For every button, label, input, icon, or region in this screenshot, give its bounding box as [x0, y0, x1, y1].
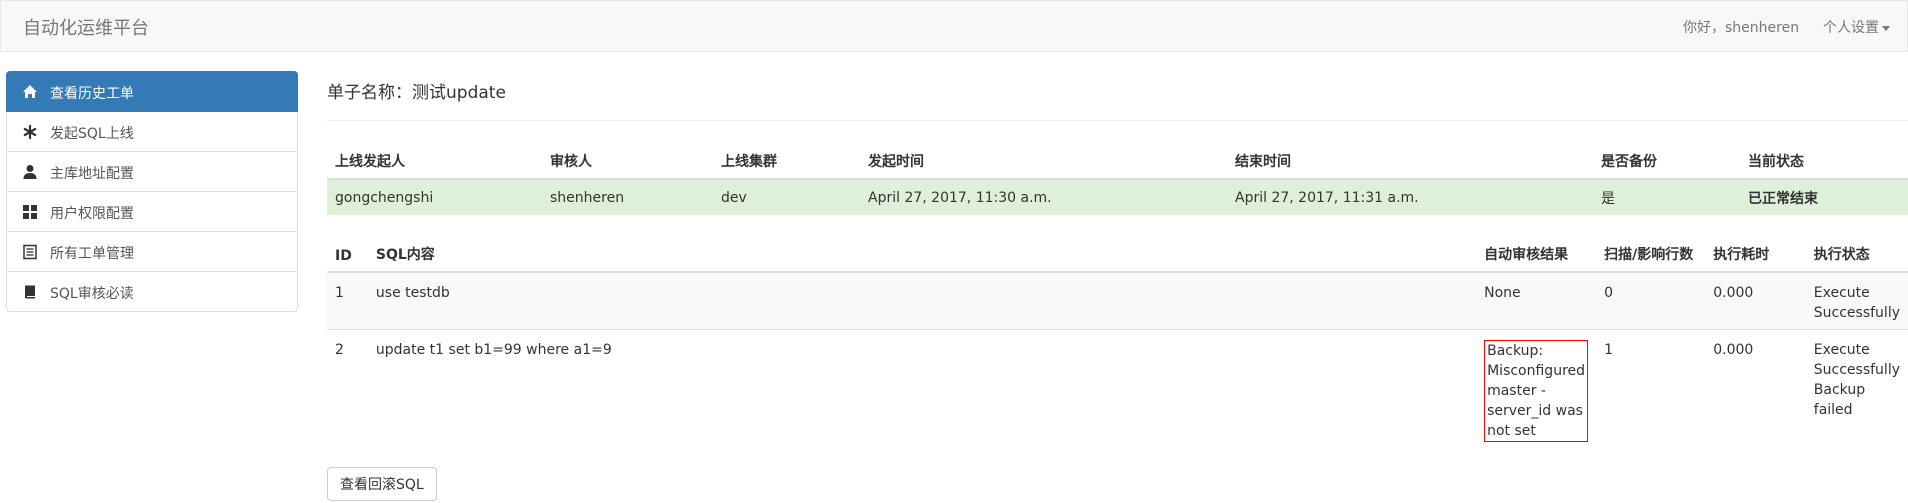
table-header-row: 上线发起人 审核人 上线集群 发起时间 结束时间 是否备份 当前状态	[327, 140, 1908, 180]
sidebar-item-submit-sql[interactable]: 发起SQL上线	[6, 111, 298, 152]
sidebar-item-all-workflows[interactable]: 所有工单管理	[6, 231, 298, 272]
status-badge: 已正常结束	[1748, 190, 1818, 207]
sql-cell: update t1 set b1=99 where a1=9	[367, 328, 1477, 442]
exec-time-cell: 0.000	[1705, 271, 1806, 329]
exec-time-cell: 0.000	[1705, 328, 1806, 442]
sql-cell: use testdb	[367, 271, 1477, 329]
user-icon	[22, 164, 38, 180]
book-icon	[22, 284, 38, 300]
column-header: 扫描/影响行数	[1596, 236, 1706, 273]
backup-cell: 是	[1601, 190, 1615, 207]
sidebar-item-label: SQL审核必读	[50, 286, 134, 302]
id-cell: 2	[327, 328, 368, 442]
column-header: 审核人	[542, 140, 713, 180]
engineer-cell: gongchengshi	[335, 189, 434, 206]
column-header: 当前状态	[1740, 140, 1908, 180]
id-cell: 1	[327, 271, 368, 329]
sidebar-item-label: 所有工单管理	[50, 246, 134, 262]
affected-rows-cell: 1	[1596, 328, 1706, 442]
affected-rows-cell: 0	[1596, 271, 1706, 329]
sidebar-item-label: 用户权限配置	[50, 206, 134, 222]
cluster-cell: dev	[721, 189, 747, 206]
workflow-info-table: 上线发起人 审核人 上线集群 发起时间 结束时间 是否备份 当前状态 gongc…	[327, 140, 1908, 215]
sidebar-nav: 查看历史工单 发起SQL上线 主库地址配置 用户权限配置 所有工单管理 SQL审…	[6, 71, 298, 312]
divider	[327, 120, 1908, 121]
asterisk-icon	[22, 124, 38, 140]
column-header: 发起时间	[860, 140, 1227, 180]
column-header: 结束时间	[1227, 140, 1593, 180]
create-time-cell: April 27, 2017, 11:30 a.m.	[868, 189, 1052, 206]
column-header: 上线集群	[713, 140, 860, 180]
sidebar-item-label: 发起SQL上线	[50, 126, 134, 142]
column-header: 自动审核结果	[1476, 236, 1597, 273]
table-row: 1 use testdb None 0 0.000 Execute Succes…	[327, 271, 1908, 329]
list-alt-icon	[22, 244, 38, 260]
grid-icon	[22, 204, 38, 220]
sidebar-item-user-permissions[interactable]: 用户权限配置	[6, 191, 298, 232]
exec-status-cell: Execute Successfully Backup failed	[1805, 328, 1908, 442]
main-content: 单子名称：测试update 上线发起人 审核人 上线集群 发起时间 结束时间 是…	[327, 0, 1908, 503]
exec-status-cell: Execute Successfully	[1805, 271, 1908, 329]
column-header: 是否备份	[1593, 140, 1740, 180]
sidebar-item-label: 主库地址配置	[50, 166, 134, 182]
column-header: 执行状态	[1805, 236, 1908, 273]
page-title: 单子名称：测试update	[327, 83, 506, 103]
home-icon	[22, 84, 38, 100]
audit-cell: Backup: Misconfigured master - server_id…	[1476, 328, 1597, 442]
audit-cell: None	[1476, 271, 1597, 329]
audit-error-box: Backup: Misconfigured master - server_id…	[1484, 339, 1589, 442]
sidebar-item-master-config[interactable]: 主库地址配置	[6, 151, 298, 192]
column-header: SQL内容	[367, 236, 1477, 273]
sidebar-item-label: 查看历史工单	[50, 86, 134, 102]
column-header: 执行耗时	[1705, 236, 1806, 273]
sql-detail-table: ID SQL内容 自动审核结果 扫描/影响行数 执行耗时 执行状态 1 use …	[327, 236, 1908, 442]
app-brand[interactable]: 自动化运维平台	[23, 14, 149, 40]
sidebar-item-history-workflows[interactable]: 查看历史工单	[6, 71, 298, 112]
finish-time-cell: April 27, 2017, 11:31 a.m.	[1235, 189, 1419, 206]
table-row: 2 update t1 set b1=99 where a1=9 Backup:…	[327, 328, 1908, 442]
table-row: gongchengshi shenheren dev April 27, 201…	[327, 179, 1908, 215]
view-rollback-sql-button[interactable]: 查看回滚SQL	[327, 467, 437, 501]
table-header-row: ID SQL内容 自动审核结果 扫描/影响行数 执行耗时 执行状态	[327, 236, 1908, 273]
column-header: 上线发起人	[327, 140, 542, 180]
sidebar-item-sql-guide[interactable]: SQL审核必读	[6, 271, 298, 312]
reviewer-cell: shenheren	[550, 189, 625, 206]
column-header: ID	[327, 236, 368, 273]
